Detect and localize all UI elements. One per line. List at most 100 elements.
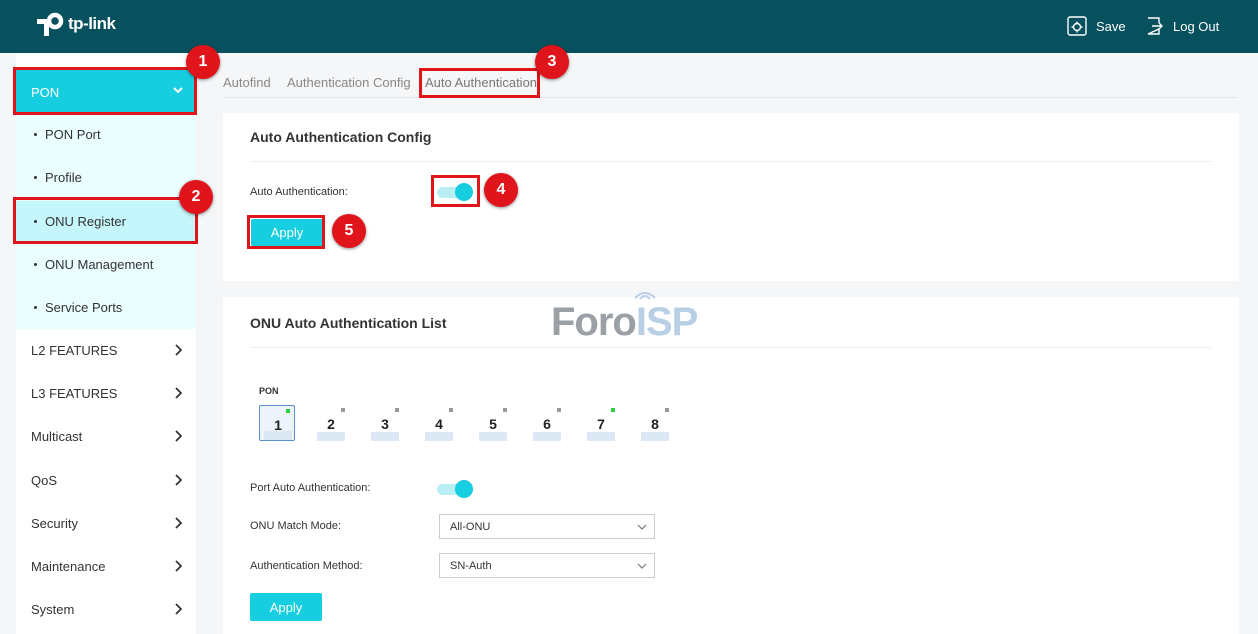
logout-button[interactable]: Log Out (1145, 15, 1219, 37)
auth-method-select[interactable]: SN-Auth (439, 553, 655, 578)
port-number: 4 (435, 416, 443, 432)
watermark-part2: ISP (635, 300, 698, 344)
sidebar-item-label: L2 FEATURES (31, 342, 118, 358)
step-badge-2: 2 (179, 180, 213, 214)
pon-port-8[interactable]: 8 (637, 405, 673, 441)
port-status-led (557, 408, 561, 412)
chevron-right-icon (175, 344, 182, 356)
logout-label: Log Out (1173, 18, 1220, 34)
sidebar-item-system[interactable]: System (16, 589, 196, 629)
match-mode-select[interactable]: All-ONU (439, 514, 655, 539)
bullet-icon (34, 305, 37, 309)
bullet-icon (34, 262, 37, 266)
sidebar-item-label: QoS (31, 472, 58, 488)
foroisp-watermark: ForoISP (551, 300, 698, 345)
chevron-right-icon (175, 603, 182, 615)
port-number: 8 (651, 416, 659, 432)
pon-port-1[interactable]: 1 (259, 405, 295, 441)
sidebar-item-label: Maintenance (31, 558, 106, 574)
sidebar-item-profile[interactable]: Profile (16, 157, 196, 197)
logout-icon (1147, 17, 1163, 35)
onu-auto-auth-list-card: ONU Auto Authentication List (223, 297, 1239, 634)
sidebar-item-security[interactable]: Security (16, 503, 196, 543)
port-status-led (665, 408, 669, 412)
port-number: 1 (274, 417, 282, 433)
port-status-led (611, 408, 615, 412)
sidebar: PON PON Port Profile ONU Register ONU Ma… (16, 53, 196, 634)
port-number: 2 (327, 416, 335, 432)
divider (250, 347, 1212, 348)
port-auto-auth-toggle[interactable] (437, 480, 473, 498)
chevron-right-icon (175, 387, 182, 399)
port-status-led (503, 408, 507, 412)
tab-bar: Autofind Authentication Config Auto Auth… (223, 66, 1238, 98)
match-mode-value: All-ONU (450, 520, 491, 533)
bullet-icon (34, 132, 37, 136)
port-bar (479, 432, 507, 441)
pon-ports-label: PON (259, 386, 279, 396)
sidebar-item-label: ONU Management (45, 256, 154, 272)
save-icon (1067, 16, 1087, 36)
pon-port-7[interactable]: 7 (583, 405, 619, 441)
sidebar-item-l2-features[interactable]: L2 FEATURES (16, 330, 196, 370)
list-card-title: ONU Auto Authentication List (250, 315, 447, 331)
match-mode-label: ONU Match Mode: (250, 520, 342, 532)
sidebar-item-service-ports[interactable]: Service Ports (16, 287, 196, 327)
chevron-right-icon (175, 517, 182, 529)
highlight-box-pon (13, 67, 197, 115)
sidebar-item-multicast[interactable]: Multicast (16, 416, 196, 456)
sidebar-item-onu-management[interactable]: ONU Management (16, 244, 196, 284)
tp-link-logo: tp-link (34, 10, 116, 38)
divider (250, 161, 1212, 162)
list-apply-button[interactable]: Apply (250, 593, 322, 621)
highlight-box-auto-auth-tab (419, 68, 540, 98)
port-number: 3 (381, 416, 389, 432)
tab-authentication-config[interactable]: Authentication Config (287, 75, 411, 90)
top-bar: tp-link Save Log Out (0, 0, 1258, 53)
port-status-led (449, 408, 453, 412)
sidebar-item-l3-features[interactable]: L3 FEATURES (16, 373, 196, 413)
pon-port-2[interactable]: 2 (313, 405, 349, 441)
highlight-box-auto-auth-toggle (431, 175, 480, 207)
port-auto-auth-label: Port Auto Authentication: (250, 482, 371, 494)
port-bar (533, 432, 561, 441)
chevron-right-icon (175, 474, 182, 486)
port-status-led (286, 409, 290, 413)
pon-port-5[interactable]: 5 (475, 405, 511, 441)
port-number: 7 (597, 416, 605, 432)
pon-port-3[interactable]: 3 (367, 405, 403, 441)
sidebar-item-label: System (31, 601, 75, 617)
port-number: 6 (543, 416, 551, 432)
highlight-box-apply (247, 215, 325, 249)
config-card-title: Auto Authentication Config (250, 129, 432, 145)
wifi-signal-icon (634, 292, 656, 300)
chevron-right-icon (175, 560, 182, 572)
chevron-down-icon (637, 563, 647, 569)
sidebar-item-qos[interactable]: QoS (16, 460, 196, 500)
sidebar-item-label: Multicast (31, 428, 83, 444)
bullet-icon (34, 175, 37, 179)
port-bar (641, 432, 669, 441)
tp-link-logo-icon (37, 12, 64, 36)
sidebar-item-label: PON Port (45, 126, 101, 142)
pon-port-6[interactable]: 6 (529, 405, 565, 441)
sidebar-item-pon-port[interactable]: PON Port (16, 114, 196, 154)
port-status-led (395, 408, 399, 412)
watermark-part1: Foro (551, 300, 637, 344)
auto-auth-config-card: Auto Authentication Config Auto Authenti… (223, 113, 1239, 281)
auth-method-value: SN-Auth (450, 559, 492, 572)
port-bar (425, 432, 453, 441)
port-bar (317, 432, 345, 441)
chevron-down-icon (637, 524, 647, 530)
pon-port-4[interactable]: 4 (421, 405, 457, 441)
step-badge-1: 1 (186, 45, 220, 79)
sidebar-item-label: Service Ports (45, 299, 123, 315)
port-status-led (341, 408, 345, 412)
port-number: 5 (489, 416, 497, 432)
step-badge-5: 5 (332, 214, 366, 248)
tab-autofind[interactable]: Autofind (223, 75, 271, 90)
chevron-right-icon (175, 430, 182, 442)
sidebar-item-maintenance[interactable]: Maintenance (16, 546, 196, 586)
step-badge-3: 3 (535, 45, 569, 79)
save-button[interactable]: Save (1066, 15, 1126, 37)
